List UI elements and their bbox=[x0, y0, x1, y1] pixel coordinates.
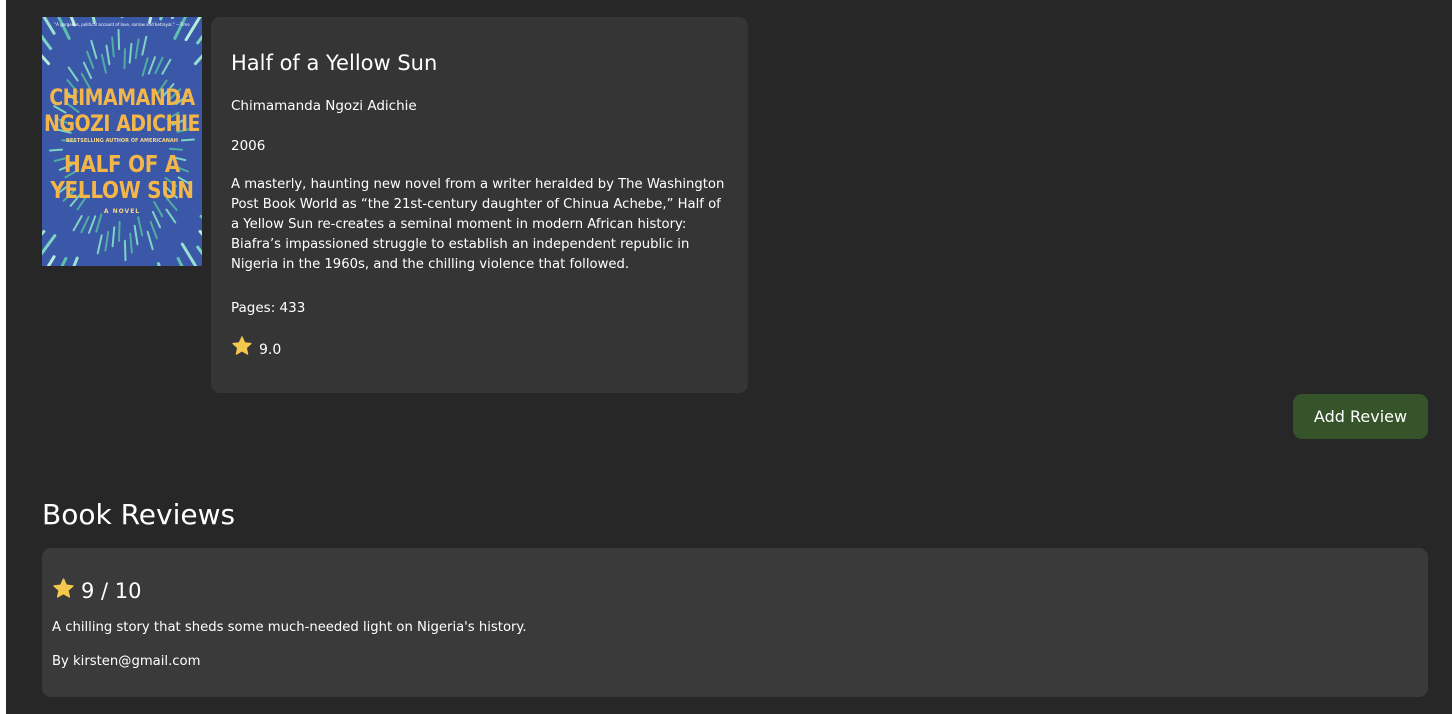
cover-ray bbox=[118, 220, 121, 242]
review-author: By kirsten@gmail.com bbox=[52, 654, 201, 669]
cover-tagline: "A gorgeous, political account of love, … bbox=[54, 22, 190, 27]
cover-title-line-1: HALF OF A bbox=[64, 150, 180, 178]
review-body: A chilling story that sheds some much-ne… bbox=[52, 620, 527, 635]
review-score-text: 9 / 10 bbox=[81, 579, 142, 603]
book-reviews-heading: Book Reviews bbox=[42, 498, 236, 531]
cover-author-line-1: CHIMAMANDA bbox=[49, 85, 195, 111]
book-title: Half of a Yellow Sun bbox=[231, 51, 438, 75]
book-author: Chimamanda Ngozi Adichie bbox=[231, 98, 417, 114]
book-pages: Pages: 433 bbox=[231, 300, 306, 316]
cover-ray bbox=[123, 48, 126, 70]
cover-author-line-2: NGOZI ADICHIE bbox=[43, 111, 201, 137]
cover-bestseller-line: BESTSELLING AUTHOR OF AMERICANAH bbox=[66, 138, 178, 144]
star-icon bbox=[231, 335, 253, 357]
cover-novel-label: A NOVEL bbox=[103, 208, 141, 215]
book-year: 2006 bbox=[231, 138, 266, 154]
book-detail-page: "A gorgeous, political account of love, … bbox=[6, 0, 1452, 714]
cover-ray bbox=[117, 28, 121, 51]
cover-ray bbox=[123, 239, 127, 262]
book-cover-image: "A gorgeous, political account of love, … bbox=[42, 17, 202, 266]
book-rating: 9.0 bbox=[231, 335, 282, 358]
review-card: 9 / 10 A chilling story that sheds some … bbox=[42, 548, 1428, 697]
cover-title-line-2: YELLOW SUN bbox=[50, 176, 194, 204]
book-rating-value: 9.0 bbox=[259, 342, 282, 358]
review-score: 9 / 10 bbox=[52, 576, 142, 603]
book-info-card: Half of a Yellow Sun Chimamanda Ngozi Ad… bbox=[211, 17, 748, 393]
add-review-button[interactable]: Add Review bbox=[1293, 394, 1428, 439]
star-icon bbox=[52, 577, 75, 600]
cover-ray bbox=[49, 148, 64, 152]
book-description: A masterly, haunting new novel from a wr… bbox=[231, 177, 725, 272]
